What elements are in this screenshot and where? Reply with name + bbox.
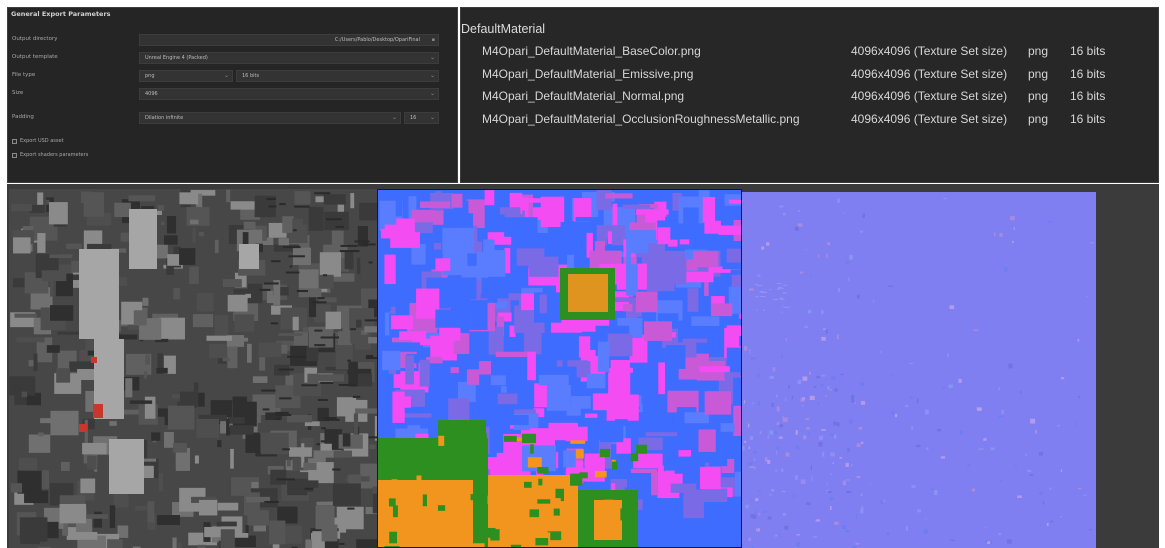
- file-format: png: [1028, 67, 1049, 81]
- base-color-texture-preview: [9, 189, 377, 548]
- padding-row: Padding Dilation infinite ⌄ 16 ⌄: [8, 112, 457, 124]
- chevron-down-icon: ⌄: [429, 114, 435, 121]
- output-directory-label: Output directory: [12, 36, 58, 42]
- size-row: Size 4096 ⌄: [8, 88, 457, 100]
- output-directory-field[interactable]: C:/Users/Pablo/Desktop/OpariFinal ▪: [139, 34, 439, 46]
- bit-depth-select[interactable]: 16 bits ⌄: [236, 70, 439, 82]
- output-files-panel: DefaultMaterial M4Opari_DefaultMaterial_…: [460, 7, 1159, 183]
- emissive-texture-image: [378, 190, 741, 547]
- export-shader-params-label: Export shaders parameters: [20, 152, 89, 158]
- padding-amount-select[interactable]: 16 ⌄: [404, 112, 439, 124]
- output-template-select[interactable]: Unreal Engine 4 (Packed) ⌄: [139, 52, 439, 64]
- general-export-parameters-panel: General Export Parameters Output directo…: [7, 7, 458, 183]
- file-bit-depth: 16 bits: [1070, 44, 1106, 58]
- file-row[interactable]: M4Opari_DefaultMaterial_Emissive.png 409…: [461, 67, 1158, 83]
- normal-texture-preview: [742, 192, 1096, 548]
- folder-icon[interactable]: ▪: [432, 35, 435, 45]
- padding-label: Padding: [12, 114, 34, 120]
- size-select[interactable]: 4096 ⌄: [139, 88, 439, 100]
- file-row[interactable]: M4Opari_DefaultMaterial_Normal.png 4096x…: [461, 89, 1158, 105]
- panel-title: General Export Parameters: [11, 10, 111, 18]
- texture-preview-area: [7, 184, 1159, 548]
- output-template-label: Output template: [12, 54, 58, 60]
- chevron-down-icon: ⌄: [223, 72, 229, 79]
- file-bit-depth: 16 bits: [1070, 67, 1106, 81]
- export-shader-params-checkbox[interactable]: [12, 153, 17, 158]
- size-label: Size: [12, 90, 24, 96]
- output-template-row: Output template Unreal Engine 4 (Packed)…: [8, 52, 457, 64]
- file-type-value: png: [145, 73, 155, 79]
- padding-select[interactable]: Dilation infinite ⌄: [139, 112, 401, 124]
- file-format: png: [1028, 89, 1049, 103]
- file-type-row: File type png ⌄ 16 bits ⌄: [8, 70, 457, 82]
- file-name: M4Opari_DefaultMaterial_Emissive.png: [482, 67, 694, 81]
- chevron-down-icon: ⌄: [429, 90, 435, 97]
- file-size: 4096x4096 (Texture Set size): [851, 44, 1008, 58]
- output-directory-value: C:/Users/Pablo/Desktop/OpariFinal: [334, 37, 420, 43]
- output-directory-row: Output directory C:/Users/Pablo/Desktop/…: [8, 34, 457, 46]
- chevron-down-icon: ⌄: [429, 54, 435, 61]
- file-row[interactable]: M4Opari_DefaultMaterial_BaseColor.png 40…: [461, 44, 1158, 60]
- file-format: png: [1028, 44, 1049, 58]
- export-usd-checkbox[interactable]: [12, 139, 17, 144]
- file-row[interactable]: M4Opari_DefaultMaterial_OcclusionRoughne…: [461, 112, 1158, 128]
- file-name: M4Opari_DefaultMaterial_Normal.png: [482, 89, 685, 103]
- file-type-select[interactable]: png ⌄: [139, 70, 233, 82]
- file-bit-depth: 16 bits: [1070, 112, 1106, 126]
- file-name: M4Opari_DefaultMaterial_OcclusionRoughne…: [482, 112, 800, 126]
- base-color-texture-image: [9, 189, 377, 548]
- padding-value: Dilation infinite: [145, 115, 184, 121]
- bit-depth-value: 16 bits: [242, 73, 260, 79]
- output-template-value: Unreal Engine 4 (Packed): [145, 55, 208, 61]
- file-size: 4096x4096 (Texture Set size): [851, 67, 1008, 81]
- file-format: png: [1028, 112, 1049, 126]
- chevron-down-icon: ⌄: [391, 114, 397, 121]
- texture-set-name: DefaultMaterial: [461, 22, 546, 36]
- emissive-texture-preview: [377, 189, 742, 548]
- file-size: 4096x4096 (Texture Set size): [851, 112, 1008, 126]
- export-usd-label: Export USD asset: [20, 138, 64, 144]
- file-name: M4Opari_DefaultMaterial_BaseColor.png: [482, 44, 701, 58]
- export-window: General Export Parameters Output directo…: [0, 0, 1165, 548]
- chevron-down-icon: ⌄: [429, 72, 435, 79]
- padding-amount-value: 16: [410, 115, 417, 121]
- file-size: 4096x4096 (Texture Set size): [851, 89, 1008, 103]
- size-value: 4096: [145, 91, 158, 97]
- file-bit-depth: 16 bits: [1070, 89, 1106, 103]
- normal-texture-image: [742, 192, 1096, 548]
- file-type-label: File type: [12, 72, 36, 78]
